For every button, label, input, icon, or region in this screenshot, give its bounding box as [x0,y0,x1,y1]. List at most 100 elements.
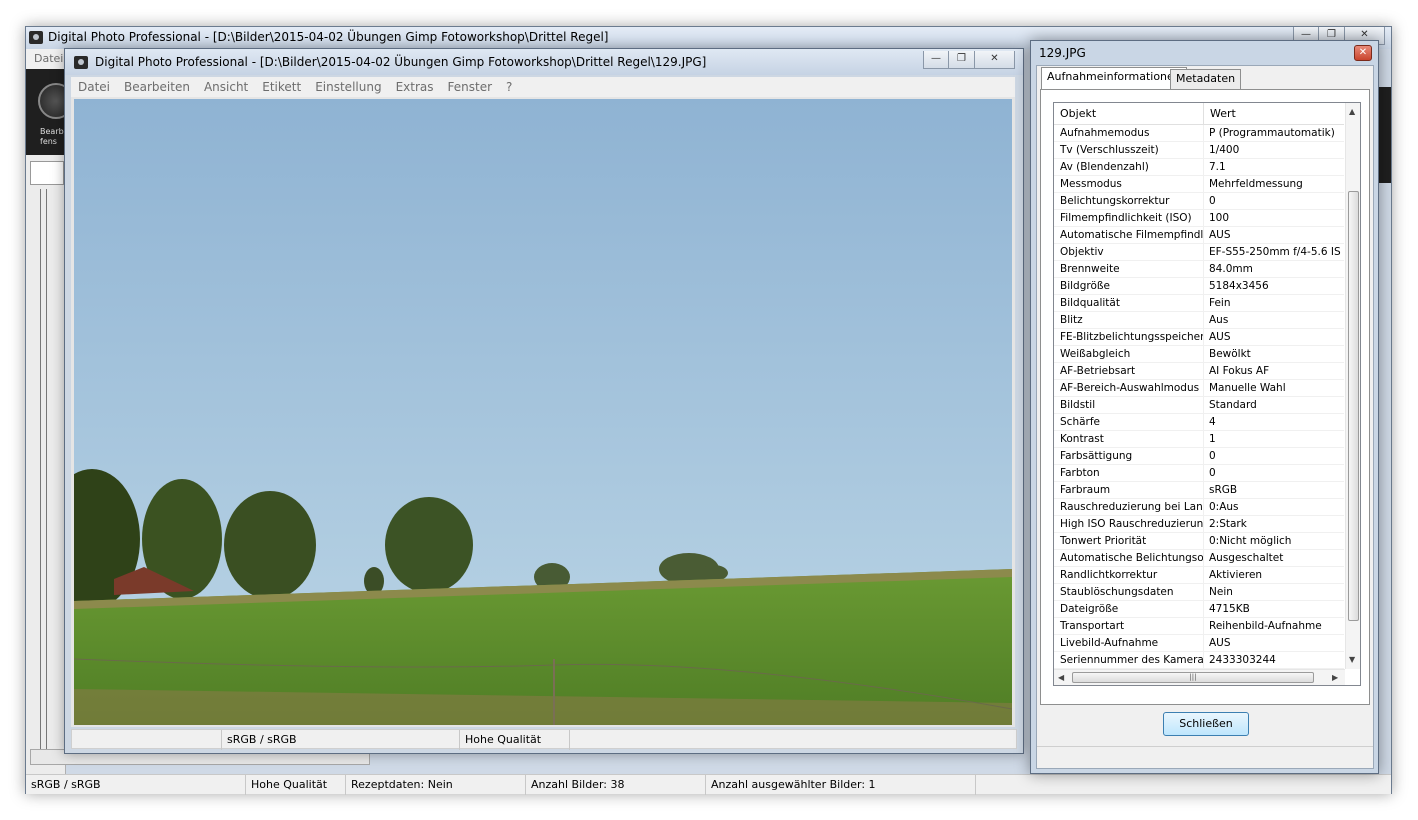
table-row[interactable]: Seriennummer des Kamera... 2433303244 [1054,652,1344,669]
row-object: Automatische Belichtungso... [1054,550,1204,566]
table-row[interactable]: Av (Blendenzahl) 7.1 [1054,159,1344,176]
row-object: Filmempfindlichkeit (ISO) [1054,210,1204,226]
table-row[interactable]: High ISO Rauschreduzierung 2:Stark [1054,516,1344,533]
table-row[interactable]: FE-Blitzbelichtungsspeicher... AUS [1054,329,1344,346]
table-row[interactable]: Schärfe 4 [1054,414,1344,431]
table-row[interactable]: Farbton 0 [1054,465,1344,482]
table-row[interactable]: AF-Bereich-Auswahlmodus Manuelle Wahl [1054,380,1344,397]
table-row[interactable]: Brennweite 84.0mm [1054,261,1344,278]
table-row[interactable]: Livebild-Aufnahme AUS [1054,635,1344,652]
image-title-bar[interactable]: Digital Photo Professional - [D:\Bilder\… [65,49,1023,75]
table-row[interactable]: Dateigröße 4715KB [1054,601,1344,618]
close-button[interactable]: Schließen [1163,712,1249,736]
table-row[interactable]: Automatische Belichtungso... Ausgeschalte… [1054,550,1344,567]
row-object: AF-Bereich-Auswahlmodus [1054,380,1204,396]
row-value: Aktivieren [1209,569,1263,581]
table-row[interactable]: Aufnahmemodus P (Programmautomatik) [1054,125,1344,142]
row-object: Tonwert Priorität [1054,533,1204,549]
image-viewport[interactable] [71,97,1015,727]
row-value: AUS [1209,331,1231,343]
scroll-left-icon[interactable]: ◀ [1058,673,1064,682]
menu-help[interactable]: ? [499,77,519,97]
row-object: Bildgröße [1054,278,1204,294]
row-value: 100 [1209,212,1230,224]
scroll-down-icon[interactable]: ▼ [1349,655,1355,664]
info-title-bar[interactable]: 129.JPG ✕ [1031,41,1378,65]
table-row[interactable]: AF-Betriebsart AI Fokus AF [1054,363,1344,380]
row-value: Fein [1209,297,1231,309]
row-object: Seriennummer des Kamera... [1054,652,1204,668]
row-object: Farbsättigung [1054,448,1204,464]
menu-datei[interactable]: Datei [34,52,63,65]
table-row[interactable]: Kontrast 1 [1054,431,1344,448]
row-value: AUS [1209,637,1231,649]
menu-datei[interactable]: Datei [71,77,117,97]
vertical-scrollbar[interactable]: ▲ ▼ [1345,103,1360,669]
shooting-info-list[interactable]: Objekt Wert Aufnahmemodus P (Programmauto… [1053,102,1361,686]
camera-app-icon [29,31,43,44]
row-value: 84.0mm [1209,263,1253,275]
table-row[interactable]: Bildqualität Fein [1054,295,1344,312]
close-icon[interactable]: ✕ [1354,45,1372,61]
table-row[interactable]: Messmodus Mehrfeldmessung [1054,176,1344,193]
row-value: Mehrfeldmessung [1209,178,1303,190]
table-row[interactable]: Belichtungskorrektur 0 [1054,193,1344,210]
menu-bearbeiten[interactable]: Bearbeiten [117,77,197,97]
minimize-icon[interactable]: — [923,51,949,69]
table-row[interactable]: Automatische Filmempfindli... AUS [1054,227,1344,244]
row-value: 0:Aus [1209,501,1239,513]
table-row[interactable]: Staublöschungsdaten Nein [1054,584,1344,601]
scroll-up-icon[interactable]: ▲ [1349,107,1355,116]
list-header: Objekt Wert [1054,103,1344,125]
thumbnail-slot[interactable] [30,161,64,185]
row-value: 0 [1209,450,1216,462]
image-window-title: Digital Photo Professional - [D:\Bilder\… [95,55,707,69]
row-value: Manuelle Wahl [1209,382,1286,394]
table-row[interactable]: Filmempfindlichkeit (ISO) 100 [1054,210,1344,227]
row-object: Farbton [1054,465,1204,481]
status-color-space: sRGB / sRGB [222,730,460,750]
scroll-thumb[interactable] [1348,191,1359,621]
menu-einstellung[interactable]: Einstellung [308,77,388,97]
table-row[interactable]: Bildgröße 5184x3456 [1054,278,1344,295]
row-object: Dateigröße [1054,601,1204,617]
row-value: 0 [1209,195,1216,207]
table-row[interactable]: Randlichtkorrektur Aktivieren [1054,567,1344,584]
table-row[interactable]: Rauschreduzierung bei Lan... 0:Aus [1054,499,1344,516]
scroll-thumb[interactable]: ||| [1072,672,1314,683]
tab-metadaten[interactable]: Metadaten [1170,69,1242,89]
status-selected-count: Anzahl ausgewählter Bilder: 1 [706,775,976,795]
restore-icon[interactable]: ❐ [949,51,975,69]
column-header-wert[interactable]: Wert [1204,103,1236,125]
row-object: Farbraum [1054,482,1204,498]
scroll-right-icon[interactable]: ▶ [1332,673,1338,682]
table-row[interactable]: Bildstil Standard [1054,397,1344,414]
table-row[interactable]: Blitz Aus [1054,312,1344,329]
table-row[interactable]: Farbraum sRGB [1054,482,1344,499]
row-object: Livebild-Aufnahme [1054,635,1204,651]
menu-extras[interactable]: Extras [389,77,441,97]
row-object: Blitz [1054,312,1204,328]
row-object: Rauschreduzierung bei Lan... [1054,499,1204,515]
row-value: 5184x3456 [1209,280,1269,292]
row-object: AF-Betriebsart [1054,363,1204,379]
table-row[interactable]: Tonwert Priorität 0:Nicht möglich [1054,533,1344,550]
row-value: 1/400 [1209,144,1240,156]
status-recipe: Rezeptdaten: Nein [346,775,526,795]
row-value: Ausgeschaltet [1209,552,1284,564]
table-row[interactable]: Farbsättigung 0 [1054,448,1344,465]
tab-aufnahmeinformationen[interactable]: Aufnahmeinformationen [1041,67,1187,90]
table-row[interactable]: Tv (Verschlusszeit) 1/400 [1054,142,1344,159]
horizontal-scrollbar[interactable]: ◀ ||| ▶ [1054,669,1345,685]
column-header-objekt[interactable]: Objekt [1054,103,1204,125]
close-icon[interactable]: ✕ [975,51,1015,69]
table-row[interactable]: Weißabgleich Bewölkt [1054,346,1344,363]
menu-fenster[interactable]: Fenster [441,77,500,97]
table-row[interactable]: Transportart Reihenbild-Aufnahme [1054,618,1344,635]
row-value: 4715KB [1209,603,1250,615]
menu-etikett[interactable]: Etikett [255,77,308,97]
menu-ansicht[interactable]: Ansicht [197,77,255,97]
row-value: Aus [1209,314,1229,326]
table-row[interactable]: Objektiv EF-S55-250mm f/4-5.6 IS II [1054,244,1344,261]
row-value: 4 [1209,416,1216,428]
